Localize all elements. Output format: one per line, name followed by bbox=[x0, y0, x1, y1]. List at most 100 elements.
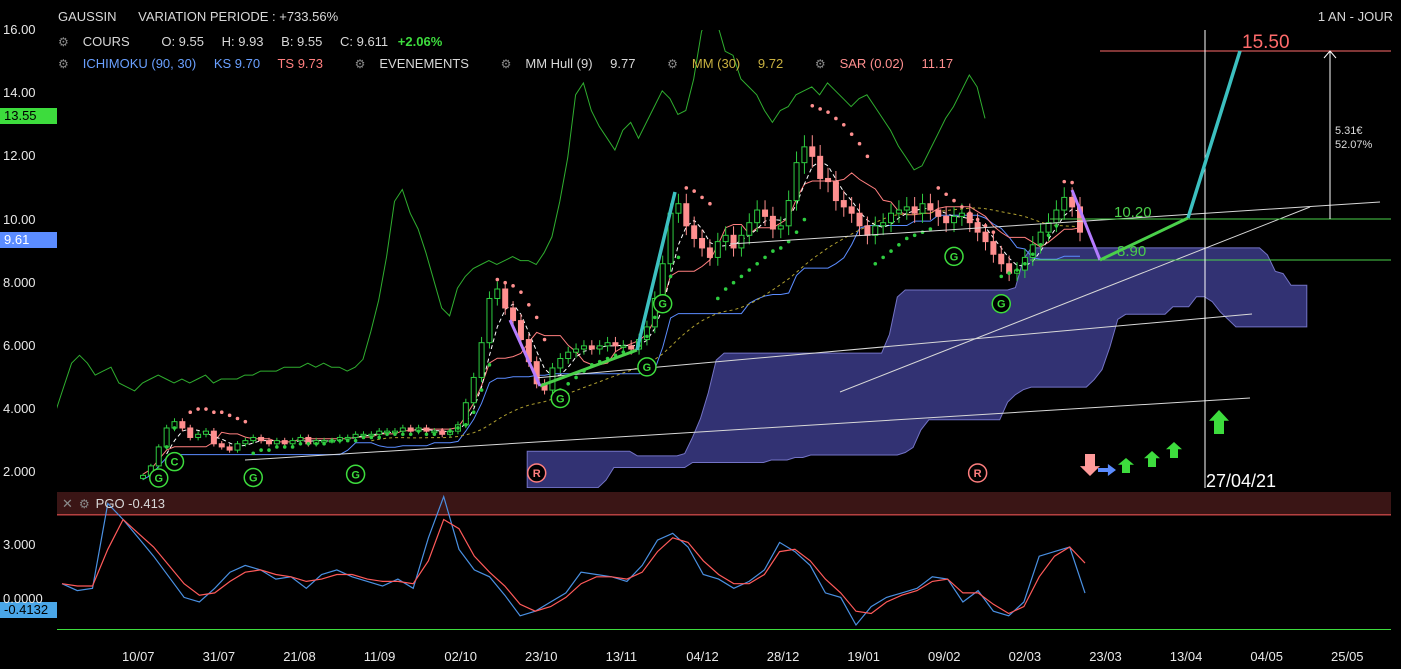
candle-body bbox=[628, 345, 635, 350]
mm30-label[interactable]: MM (30) bbox=[692, 56, 740, 71]
sar-value: 11.17 bbox=[921, 56, 954, 71]
overbought-zone bbox=[57, 492, 1391, 515]
candle-body bbox=[265, 440, 272, 445]
sar-dot bbox=[251, 451, 256, 456]
candle-body bbox=[951, 215, 958, 224]
gear-icon[interactable]: ⚙ bbox=[58, 57, 69, 71]
candle-body bbox=[1045, 222, 1052, 233]
sar-dot bbox=[164, 445, 169, 449]
candle-body bbox=[604, 342, 611, 347]
price-badge-blue: 9.61 bbox=[0, 232, 57, 248]
sar-dot bbox=[464, 423, 468, 427]
gear-icon[interactable]: ⚙ bbox=[667, 57, 678, 71]
candle-body bbox=[675, 203, 682, 214]
sar-dot bbox=[778, 246, 783, 250]
candle-body bbox=[399, 427, 406, 432]
sar-dot bbox=[960, 205, 964, 209]
x-tick-label: 13/11 bbox=[605, 649, 638, 664]
candle-body bbox=[226, 446, 233, 451]
x-tick-label: 31/07 bbox=[202, 649, 236, 664]
variation-label: VARIATION PERIODE : +733.56% bbox=[138, 9, 339, 24]
candle-body bbox=[730, 234, 737, 249]
target-label: 15.50 bbox=[1242, 32, 1290, 53]
event-letter: C bbox=[171, 457, 179, 469]
candle-body bbox=[903, 206, 910, 211]
candle-body bbox=[470, 376, 477, 404]
y-tick-label: 14.00 bbox=[3, 85, 36, 101]
right-arrow-icon bbox=[1098, 464, 1116, 476]
hull-value: 9.77 bbox=[610, 56, 636, 71]
price-chart[interactable]: GCG G RGGGGRG 15.50 10.20 8.90 5.31€ 52.07… bbox=[0, 0, 1401, 669]
sar-dot bbox=[188, 410, 193, 414]
sar-dot bbox=[731, 280, 736, 285]
sar-dot bbox=[802, 217, 807, 222]
candle-body bbox=[321, 440, 328, 443]
candle-body bbox=[1053, 209, 1060, 224]
candle-body bbox=[691, 225, 698, 239]
cours-label[interactable]: COURS bbox=[83, 34, 130, 49]
sar-dot bbox=[345, 438, 350, 443]
pgo-tick-3: 3.000 bbox=[3, 537, 36, 552]
period-selector[interactable]: 1 AN - JOUR bbox=[1318, 9, 1393, 24]
sar-label[interactable]: SAR (0.02) bbox=[840, 56, 904, 71]
candle-body bbox=[1037, 231, 1044, 246]
candle-body bbox=[714, 241, 721, 258]
candle-body bbox=[140, 474, 146, 479]
candle-body bbox=[273, 440, 280, 445]
trend-line bbox=[729, 201, 1381, 245]
x-tick-label: 10/07 bbox=[122, 649, 155, 664]
event-letter: G bbox=[658, 299, 667, 311]
event-g-icon: G bbox=[243, 467, 263, 488]
candle-body bbox=[659, 263, 666, 299]
y-tick-label: 12.00 bbox=[3, 148, 36, 164]
candle-body bbox=[195, 433, 202, 438]
y-tick-label: 8.000 bbox=[3, 274, 36, 290]
ks-value: KS 9.70 bbox=[213, 56, 261, 71]
candle-body bbox=[706, 247, 713, 258]
vline-date-label: 27/04/21 bbox=[1206, 471, 1276, 491]
sar-dot bbox=[212, 410, 216, 414]
candle-body bbox=[943, 215, 950, 224]
gear-icon[interactable]: ⚙ bbox=[58, 35, 69, 49]
sar-dot bbox=[298, 441, 303, 446]
y-tick-label: 2.000 bbox=[3, 464, 36, 480]
hull-label[interactable]: MM Hull (9) bbox=[525, 56, 592, 71]
candle-body bbox=[825, 177, 832, 183]
candle-body bbox=[218, 443, 225, 448]
candle-body bbox=[754, 209, 761, 224]
evenements-label[interactable]: EVENEMENTS bbox=[379, 56, 469, 71]
ichimoku-label[interactable]: ICHIMOKU (90, 30) bbox=[83, 56, 196, 71]
sar-dot bbox=[519, 290, 523, 294]
pgo-tick-0: 0.0000 bbox=[3, 591, 43, 606]
pgo-label: PGO -0.413 bbox=[95, 496, 166, 511]
sar-dot bbox=[290, 445, 295, 449]
candle-body bbox=[856, 212, 863, 227]
candle-body bbox=[596, 345, 603, 350]
close-icon[interactable]: ✕ bbox=[62, 496, 73, 511]
sar-dot bbox=[527, 303, 531, 307]
sar-dot bbox=[818, 107, 822, 111]
candle-body bbox=[683, 203, 690, 227]
low-value: B: 9.55 bbox=[281, 34, 323, 49]
x-tick-label: 23/03 bbox=[1089, 649, 1122, 664]
gear-icon[interactable]: ⚙ bbox=[355, 57, 366, 71]
sar-dot bbox=[834, 116, 838, 121]
ohlc-row: ⚙ COURS O: 9.55 H: 9.93 B: 9.55 C: 9.611 … bbox=[58, 34, 456, 49]
sar-dot bbox=[534, 315, 539, 320]
candle-body bbox=[431, 430, 438, 434]
sar-dot bbox=[424, 432, 429, 437]
gear-icon[interactable]: ⚙ bbox=[501, 57, 512, 71]
candle-body bbox=[352, 433, 359, 438]
y-tick-label: 4.000 bbox=[3, 401, 36, 417]
x-tick-label: 28/12 bbox=[766, 649, 800, 664]
sar-dot bbox=[479, 388, 484, 392]
sar-dot bbox=[282, 445, 287, 449]
sar-dot bbox=[511, 284, 515, 288]
sar-dot bbox=[495, 277, 500, 282]
event-g-icon: G bbox=[148, 468, 169, 488]
candle-body bbox=[982, 231, 989, 243]
y-tick-label: 10.00 bbox=[3, 211, 36, 227]
gear-icon[interactable]: ⚙ bbox=[815, 57, 826, 71]
sar-dot bbox=[684, 186, 689, 190]
gear-icon[interactable]: ⚙ bbox=[79, 497, 90, 511]
